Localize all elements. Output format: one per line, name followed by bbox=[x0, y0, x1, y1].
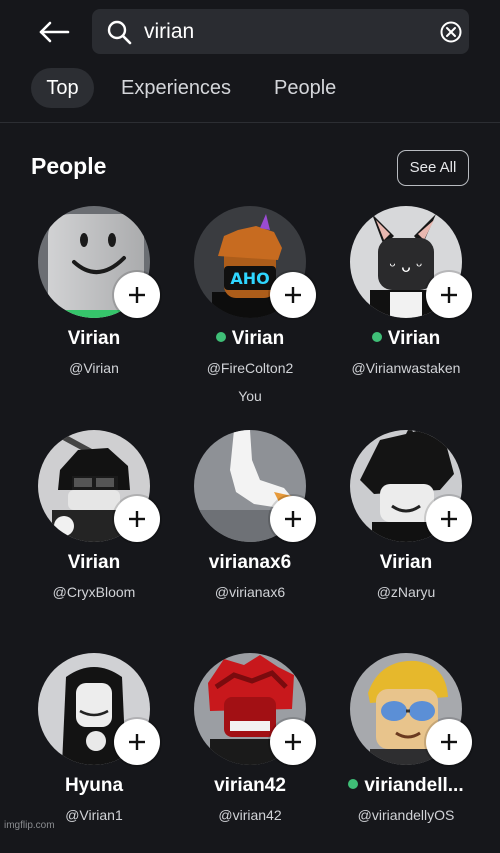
person-handle: @Virianwastaken bbox=[351, 360, 461, 376]
person-name[interactable]: virianax6 bbox=[172, 552, 328, 574]
person-card: viriandell... @viriandellyOS bbox=[328, 653, 484, 853]
person-card: ᵕ ᴗ ᵕ Virian @Virianwastaken bbox=[328, 206, 484, 406]
person-name[interactable]: Virian bbox=[328, 328, 484, 350]
plus-icon bbox=[285, 511, 301, 527]
plus-icon bbox=[129, 734, 145, 750]
person-handle: @virian42 bbox=[218, 807, 282, 823]
person-name[interactable]: viriandell... bbox=[328, 775, 484, 797]
person-handle: @CryxBloom bbox=[52, 584, 136, 600]
person-card: AHO Virian @FireColton2 You bbox=[172, 206, 328, 406]
search-input[interactable] bbox=[144, 9, 414, 54]
see-all-button[interactable]: See All bbox=[397, 150, 469, 186]
plus-icon bbox=[441, 287, 457, 303]
person-name[interactable]: Hyuna bbox=[16, 775, 172, 797]
back-button[interactable] bbox=[34, 14, 74, 50]
person-name[interactable]: virian42 bbox=[172, 775, 328, 797]
tab-people[interactable]: People bbox=[274, 68, 336, 108]
svg-text:ᵕ ᴗ ᵕ: ᵕ ᴗ ᵕ bbox=[389, 257, 422, 276]
plus-icon bbox=[441, 734, 457, 750]
add-friend-button[interactable] bbox=[270, 496, 316, 542]
divider bbox=[0, 122, 500, 123]
watermark: imgflip.com bbox=[4, 820, 55, 831]
you-label: You bbox=[238, 388, 262, 404]
person-handle: @virianax6 bbox=[214, 584, 286, 600]
add-friend-button[interactable] bbox=[426, 272, 472, 318]
svg-text:AHO: AHO bbox=[230, 269, 269, 288]
person-handle: @viriandellyOS bbox=[357, 807, 455, 823]
online-status-dot bbox=[348, 779, 359, 789]
section-title: People bbox=[31, 153, 107, 179]
arrow-left-icon bbox=[39, 21, 70, 43]
add-friend-button[interactable] bbox=[270, 272, 316, 318]
plus-icon bbox=[129, 287, 145, 303]
online-status-dot bbox=[215, 332, 226, 342]
tab-top[interactable]: Top bbox=[31, 68, 94, 108]
add-friend-button[interactable] bbox=[114, 719, 160, 765]
person-handle: @FireColton2 bbox=[206, 360, 294, 376]
online-status-dot bbox=[371, 332, 382, 342]
add-friend-button[interactable] bbox=[270, 719, 316, 765]
add-friend-button[interactable] bbox=[426, 496, 472, 542]
person-name[interactable]: Virian bbox=[172, 328, 328, 350]
search-bar bbox=[92, 9, 469, 54]
plus-icon bbox=[285, 734, 301, 750]
person-card: Virian @Virian bbox=[16, 206, 172, 406]
person-name[interactable]: Virian bbox=[328, 552, 484, 574]
plus-icon bbox=[129, 511, 145, 527]
person-handle: @zNaryu bbox=[376, 584, 436, 600]
person-handle: @Virian bbox=[69, 360, 119, 376]
clear-circle-x-icon[interactable] bbox=[439, 20, 463, 44]
person-name[interactable]: Virian bbox=[16, 328, 172, 350]
person-card: virianax6 @virianax6 bbox=[172, 430, 328, 630]
tab-experiences[interactable]: Experiences bbox=[121, 68, 231, 108]
person-card: virian42 @virian42 bbox=[172, 653, 328, 853]
filter-tabs: Top Experiences People bbox=[0, 64, 500, 122]
add-friend-button[interactable] bbox=[114, 496, 160, 542]
plus-icon bbox=[285, 287, 301, 303]
person-card: Virian @CryxBloom bbox=[16, 430, 172, 630]
add-friend-button[interactable] bbox=[426, 719, 472, 765]
person-name[interactable]: Virian bbox=[16, 552, 172, 574]
plus-icon bbox=[441, 511, 457, 527]
add-friend-button[interactable] bbox=[114, 272, 160, 318]
person-card: Virian @zNaryu bbox=[328, 430, 484, 630]
top-bar bbox=[0, 0, 500, 62]
search-icon bbox=[107, 20, 132, 45]
